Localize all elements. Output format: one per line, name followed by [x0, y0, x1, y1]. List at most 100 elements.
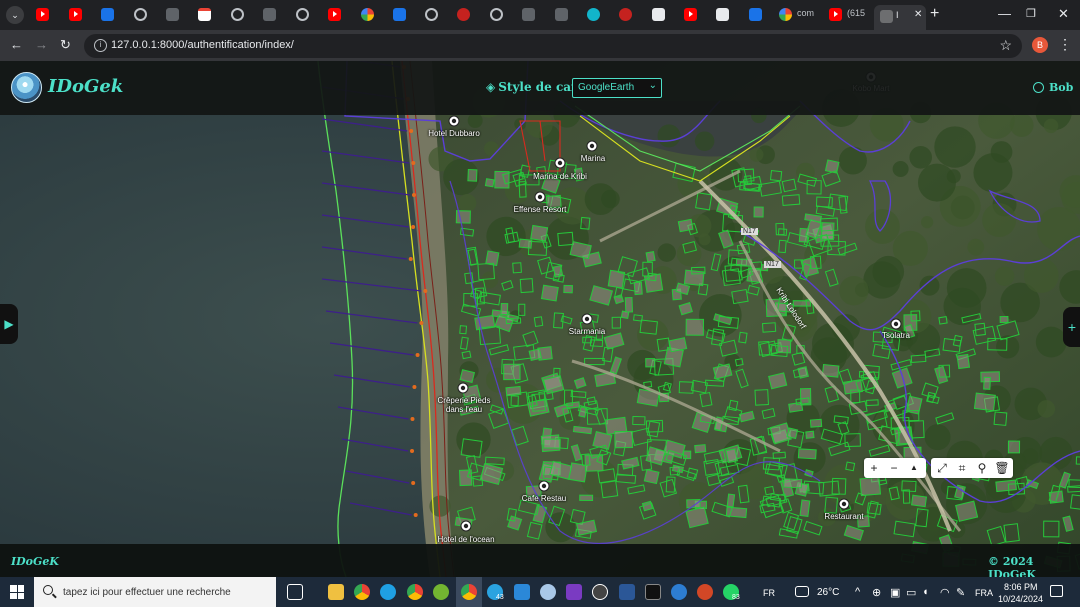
close-icon[interactable]: ✕ — [914, 9, 922, 20]
wifi-icon[interactable]: ◠ — [940, 586, 950, 599]
browser-tab[interactable] — [716, 5, 744, 25]
clock-date[interactable]: 10/24/2024 — [998, 594, 1043, 604]
file-explorer-icon[interactable] — [328, 584, 344, 600]
coastal-marker-dot — [419, 321, 424, 325]
weather-icon[interactable] — [795, 586, 809, 597]
chrome-profile-icon[interactable] — [407, 584, 423, 600]
browser-tab[interactable] — [457, 5, 485, 25]
tab-active[interactable]: I ✕ — [874, 5, 926, 30]
poi-label[interactable]: Starmania — [547, 327, 627, 336]
browser-tab[interactable] — [69, 5, 97, 25]
coastal-marker-dot — [413, 513, 418, 517]
taskbar-search[interactable]: tapez ici pour effectuer une recherche — [34, 577, 276, 607]
browser-tab[interactable] — [393, 5, 421, 25]
browser-tab[interactable] — [425, 5, 453, 25]
logo-icon[interactable] — [11, 72, 42, 103]
poi-label[interactable]: Marina de Kribi — [520, 172, 600, 181]
qgis-icon[interactable] — [433, 584, 449, 600]
draw-line-icon[interactable]: ⤢ — [932, 458, 952, 478]
search-app-icon[interactable] — [671, 584, 687, 600]
browser-tab[interactable] — [490, 5, 518, 25]
poi-label[interactable]: Marina — [553, 154, 633, 163]
keyboard-layout[interactable]: FRA — [975, 588, 993, 598]
browser-tab[interactable] — [134, 5, 162, 25]
poi-label[interactable]: Hotel Dubbaro — [414, 129, 494, 138]
forward-icon[interactable]: → — [35, 37, 48, 52]
right-panel-toggle[interactable]: + — [1063, 307, 1080, 347]
zoom-in-button[interactable]: + — [864, 458, 884, 478]
minimize-icon[interactable]: — — [998, 6, 1011, 21]
device-icon[interactable]: ▣ — [890, 586, 900, 599]
poi-label[interactable]: Tsolatra — [856, 331, 936, 340]
clock-time[interactable]: 8:06 PM — [1004, 582, 1038, 592]
notification-icon[interactable] — [1050, 585, 1063, 597]
chevron-up-icon[interactable]: ^ — [855, 586, 860, 598]
word-icon[interactable] — [619, 584, 635, 600]
volume-icon[interactable]: ◖ — [922, 586, 929, 598]
edge-icon[interactable] — [380, 584, 396, 600]
browser-tab[interactable] — [328, 5, 356, 25]
weather-temp[interactable]: 26°C — [817, 587, 839, 598]
browser-tab[interactable] — [36, 5, 64, 25]
vscode-icon[interactable] — [514, 584, 530, 600]
browser-tab[interactable] — [361, 5, 389, 25]
chevron-down-icon[interactable]: ⌄ — [6, 6, 24, 24]
tree-canopy — [584, 183, 617, 216]
browser-tab[interactable] — [166, 5, 194, 25]
terminal-icon[interactable] — [645, 584, 661, 600]
poi-label[interactable]: Hotel de l'ocean — [426, 535, 506, 544]
address-bar[interactable]: i 127.0.0.1:8000/authentification/index/… — [84, 34, 1022, 58]
map-style-select[interactable]: GoogleEarth ⌄ — [572, 78, 662, 98]
browser-tab[interactable] — [296, 5, 324, 25]
poi-label[interactable]: Cafe Restau — [504, 494, 584, 503]
browser-tab[interactable] — [619, 5, 647, 25]
browser-tab[interactable] — [684, 5, 712, 25]
menu-kebab-icon[interactable]: ⋮ — [1058, 36, 1072, 53]
map-pin-icon[interactable]: ⚲ — [972, 458, 992, 478]
left-panel-toggle[interactable]: ▶ — [0, 304, 18, 344]
user-menu[interactable]: Bob — [1033, 81, 1073, 94]
zoom-out-button[interactable]: − — [884, 458, 904, 478]
poi-label[interactable]: Crêperie Pieds dans l'eau — [424, 396, 504, 414]
postgres-icon[interactable] — [540, 584, 556, 600]
language-indicator[interactable]: FR — [763, 588, 775, 598]
browser-tab[interactable]: (615 — [829, 5, 875, 25]
browser-tab[interactable] — [555, 5, 583, 25]
browser-tab[interactable] — [198, 5, 226, 25]
chrome-active-icon[interactable] — [461, 584, 477, 600]
trash-icon[interactable]: 🗑 — [992, 458, 1012, 478]
poi-label[interactable]: Effense Resort — [500, 205, 580, 214]
bookmark-star-icon[interactable]: ☆ — [999, 37, 1012, 54]
chrome-icon[interactable] — [354, 584, 370, 600]
app-g-icon[interactable] — [566, 584, 582, 600]
new-tab-button[interactable]: + — [930, 5, 939, 23]
building-outline — [786, 427, 799, 440]
browser-tab[interactable] — [652, 5, 680, 25]
site-info-icon[interactable]: i — [94, 39, 107, 52]
windows-start-icon[interactable] — [10, 585, 24, 599]
browser-tab[interactable] — [101, 5, 129, 25]
maximize-icon[interactable]: ❐ — [1026, 7, 1036, 20]
browser-tab[interactable]: com — [779, 5, 825, 25]
battery-icon[interactable]: ▭ — [906, 586, 916, 599]
media-player-icon[interactable] — [592, 584, 608, 600]
edit-icon[interactable]: ✎ — [956, 586, 965, 599]
draw-polygon-icon[interactable]: ⌗ — [952, 458, 972, 478]
profile-avatar[interactable]: B — [1032, 37, 1048, 53]
compass-north-button[interactable]: ▲ — [904, 458, 924, 478]
brand-title[interactable]: IDoGek — [48, 76, 123, 97]
task-view-icon[interactable] — [287, 584, 303, 600]
reload-icon[interactable]: ↻ — [60, 37, 71, 53]
browser-tab[interactable] — [587, 5, 615, 25]
close-window-icon[interactable]: ✕ — [1058, 6, 1069, 22]
url-text[interactable]: 127.0.0.1:8000/authentification/index/ — [111, 39, 294, 51]
back-icon[interactable]: ← — [10, 37, 23, 52]
browser-tab[interactable] — [522, 5, 550, 25]
poi-label[interactable]: Restaurant — [804, 512, 884, 521]
powerpoint-icon[interactable] — [697, 584, 713, 600]
network-globe-icon[interactable]: ⊕ — [872, 586, 881, 599]
poi-marker-dot — [451, 118, 457, 124]
browser-tab[interactable] — [263, 5, 291, 25]
browser-tab[interactable] — [749, 5, 777, 25]
browser-tab[interactable] — [231, 5, 259, 25]
